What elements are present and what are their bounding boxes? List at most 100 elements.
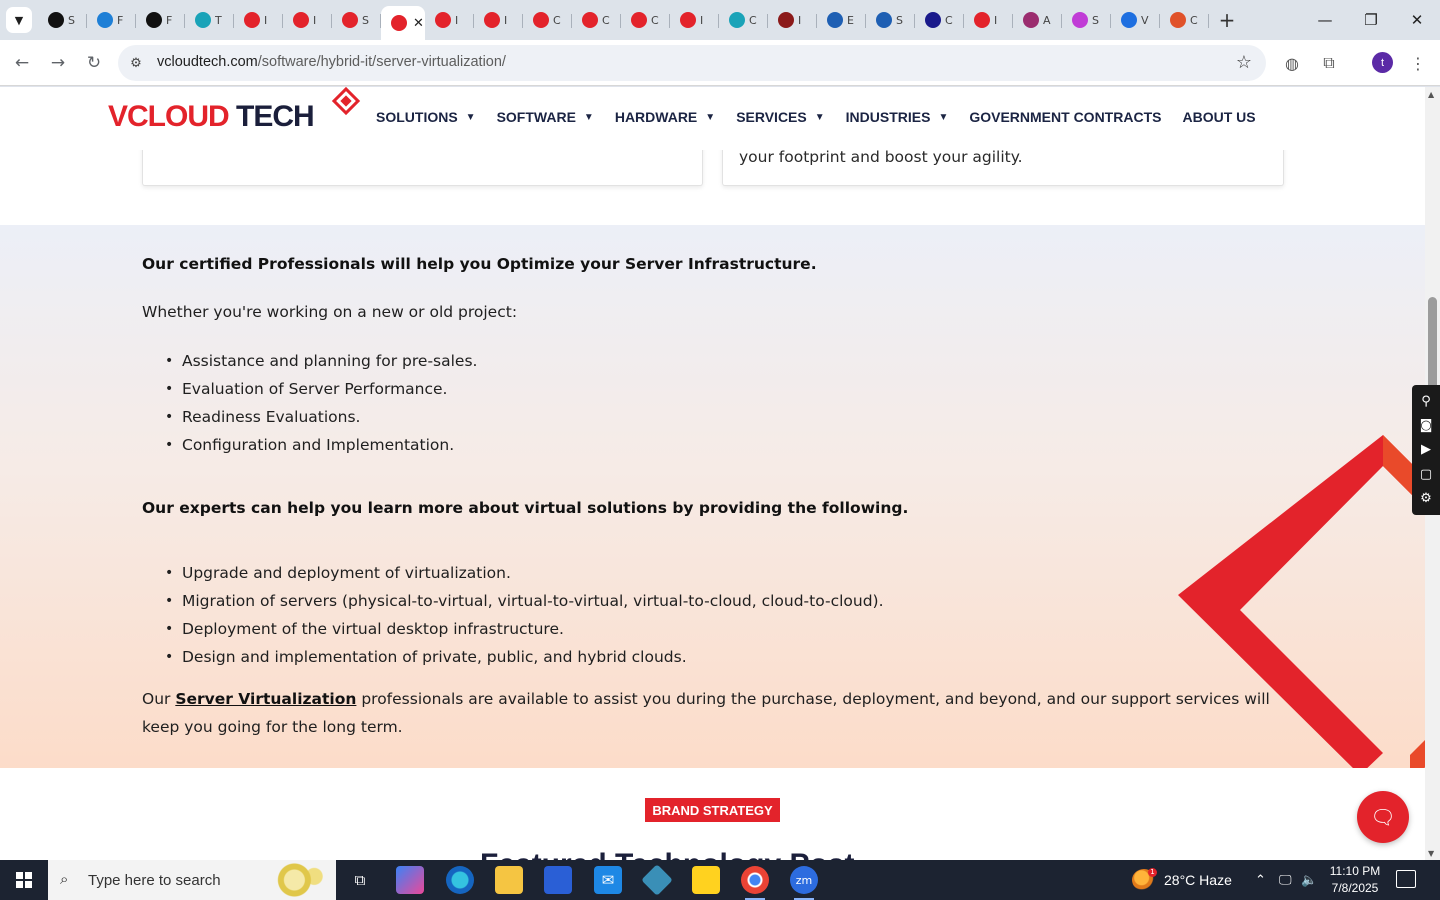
list-item: Readiness Evaluations. (165, 403, 477, 431)
browser-tab[interactable]: S (38, 4, 87, 36)
close-tab-icon[interactable]: ✕ (413, 16, 424, 31)
browser-tab[interactable]: C (621, 4, 670, 36)
tab-title: I (313, 13, 317, 27)
browser-tab[interactable]: S (1062, 4, 1111, 36)
tab-title: C (602, 13, 610, 27)
camera-icon[interactable]: ◙ (1420, 419, 1433, 432)
browser-tab[interactable]: F (87, 4, 136, 36)
window-controls: — ❐ ✕ (1302, 0, 1440, 40)
main-navigation: SOLUTIONS ▼ SOFTWARE ▼ HARDWARE ▼ SERVICES ▼ IND… (376, 109, 1277, 125)
nav-item-about-us[interactable]: ABOUT US (1182, 109, 1255, 125)
maximize-button[interactable]: ❐ (1348, 0, 1394, 40)
tab-search-button[interactable]: ▼ (6, 7, 32, 33)
browser-tab[interactable]: F (136, 4, 185, 36)
microsoft-store-icon[interactable] (544, 866, 572, 894)
zoom-icon[interactable]: zm (790, 866, 818, 900)
minimize-button[interactable]: — (1302, 0, 1348, 40)
brand-strategy-badge[interactable]: BRAND STRATEGY (645, 798, 780, 822)
browser-tab[interactable]: I (964, 4, 1013, 36)
browser-tab[interactable]: S (332, 4, 381, 36)
caret-down-icon: ▼ (465, 111, 476, 123)
start-button[interactable] (0, 860, 48, 900)
back-button[interactable]: ← (10, 51, 34, 75)
nav-item-industries[interactable]: INDUSTRIES ▼ (846, 109, 949, 125)
nav-item-hardware[interactable]: HARDWARE ▼ (615, 109, 715, 125)
nav-item-government-contracts[interactable]: GOVERNMENT CONTRACTS (969, 109, 1161, 125)
vcloud-tech-logo[interactable]: VCLOUD TECH (108, 87, 361, 141)
chrome-icon[interactable] (741, 866, 769, 900)
edge-browser-icon[interactable] (446, 866, 474, 894)
system-clock[interactable]: 11:10 PM 7/8/2025 (1322, 863, 1388, 897)
close-window-button[interactable]: ✕ (1394, 0, 1440, 40)
tab-title: V (1141, 13, 1149, 27)
menu-kebab-icon[interactable]: ⋮ (1406, 51, 1430, 75)
new-tab-button[interactable]: + (1217, 8, 1237, 32)
caret-down-icon: ▼ (814, 111, 825, 123)
url-text[interactable]: vcloudtech.com/software/hybrid-it/server… (157, 54, 506, 70)
caret-down-icon: ▼ (583, 111, 594, 123)
network-icon[interactable]: 🖵 (1279, 860, 1292, 900)
address-bar[interactable]: ⚙ vcloudtech.com/software/hybrid-it/serv… (118, 45, 1266, 81)
browser-tab[interactable]: T (185, 4, 234, 36)
nav-item-solutions[interactable]: SOLUTIONS ▼ (376, 109, 476, 125)
list-item: Migration of servers (physical-to-virtua… (165, 587, 884, 615)
browser-tab[interactable]: A (1013, 4, 1062, 36)
scroll-up-arrow-icon[interactable]: ▲ (1428, 90, 1434, 99)
browser-tab[interactable]: C (719, 4, 768, 36)
browser-tab[interactable]: I (234, 4, 283, 36)
nav-item-software[interactable]: SOFTWARE ▼ (497, 109, 594, 125)
mail-icon[interactable]: ✉ (594, 866, 622, 894)
tab-favicon-icon (97, 12, 113, 28)
tab-favicon-icon (1170, 12, 1186, 28)
card-text: your footprint and boost your agility. (739, 148, 1023, 166)
profile-avatar[interactable]: t (1372, 52, 1393, 73)
browser-tab[interactable]: I (425, 4, 474, 36)
taskbar-search[interactable]: ⌕ Type here to search (48, 860, 336, 900)
browser-tab[interactable]: I (768, 4, 817, 36)
browser-tab[interactable]: E (817, 4, 866, 36)
reload-button[interactable]: ↻ (82, 51, 106, 75)
browser-tab[interactable]: V (1111, 4, 1160, 36)
translate-icon[interactable]: ◍ (1280, 51, 1304, 75)
tab-title: C (945, 13, 953, 27)
forward-button[interactable]: → (46, 51, 70, 75)
browser-tab[interactable]: I (474, 4, 523, 36)
video-icon[interactable]: ▶ (1421, 443, 1431, 456)
page-viewport: your footprint and boost your agility. V… (0, 87, 1425, 860)
volume-icon[interactable]: 🔈 (1301, 860, 1317, 900)
app-diamond-icon[interactable] (641, 864, 673, 896)
copilot-icon[interactable] (396, 866, 424, 894)
notifications-icon[interactable] (1396, 870, 1416, 888)
browser-tab[interactable]: C (915, 4, 964, 36)
server-virtualization-link[interactable]: Server Virtualization (175, 690, 356, 708)
scroll-down-arrow-icon[interactable]: ▼ (1428, 849, 1434, 858)
sticky-notes-icon[interactable] (692, 866, 720, 894)
file-explorer-icon[interactable] (495, 866, 523, 894)
tab-favicon-icon (342, 12, 358, 28)
tab-title: E (847, 13, 854, 27)
clock-time: 11:10 PM (1329, 864, 1381, 878)
tab-title: S (896, 13, 903, 27)
window-icon[interactable]: ▢ (1420, 468, 1432, 481)
extensions-icon[interactable]: ⧉ (1317, 51, 1341, 75)
tabs-row: S F F T I I S ✕ I I C C C I C I E S C I A S V C + (38, 0, 1237, 40)
browser-tab[interactable]: C (1160, 4, 1209, 36)
browser-tab[interactable]: I (670, 4, 719, 36)
browser-tab[interactable]: I (283, 4, 332, 36)
nav-item-services[interactable]: SERVICES ▼ (736, 109, 824, 125)
browser-tab[interactable]: C (572, 4, 621, 36)
show-hidden-icons-chevron-icon[interactable]: ⌃ (1255, 860, 1266, 900)
browser-tab[interactable]: C (523, 4, 572, 36)
task-view-icon[interactable]: ⧉ (346, 866, 374, 894)
chat-button[interactable]: 🗨 (1357, 791, 1409, 843)
taskbar-search-placeholder: Type here to search (88, 872, 221, 889)
bookmark-star-icon[interactable]: ☆ (1236, 52, 1252, 73)
settings-gear-icon[interactable]: ⚙ (1420, 492, 1432, 505)
browser-tab[interactable]: ✕ (381, 6, 425, 40)
weather-text[interactable]: 28°C Haze (1164, 860, 1232, 900)
weather-alert-badge: 1 (1148, 868, 1157, 877)
pin-icon[interactable]: ⚲ (1421, 395, 1431, 408)
browser-tab[interactable]: S (866, 4, 915, 36)
tab-title: S (1092, 13, 1099, 27)
site-info-icon[interactable]: ⚙ (126, 53, 146, 73)
